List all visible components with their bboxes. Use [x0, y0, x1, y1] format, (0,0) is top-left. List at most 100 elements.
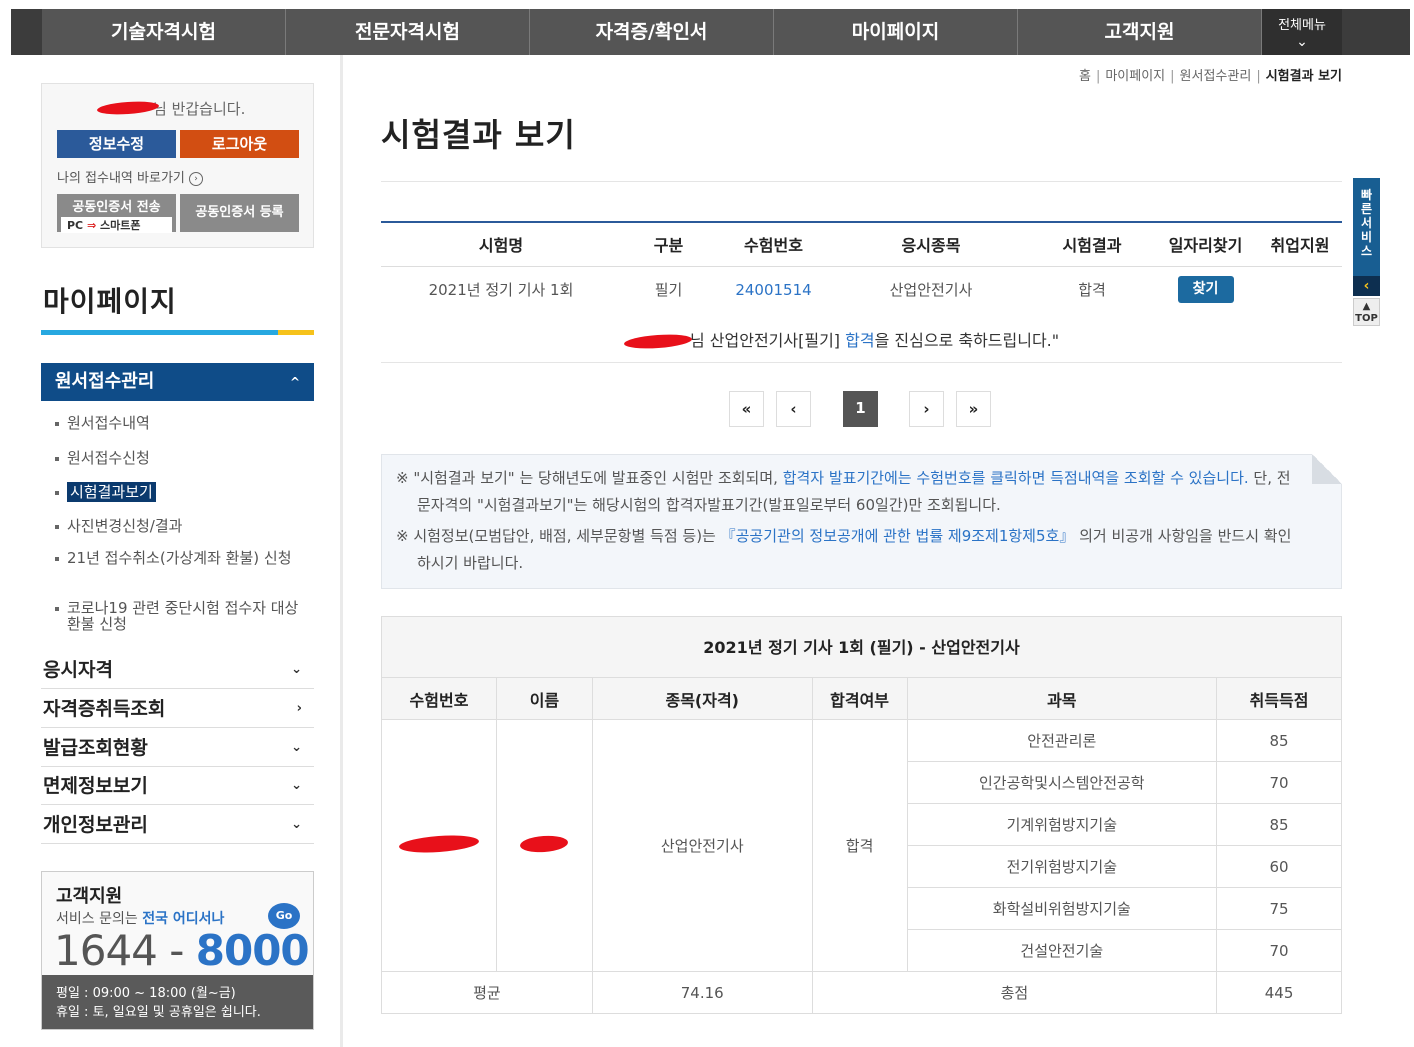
- breadcrumb-mypage[interactable]: 마이페이지: [1105, 69, 1165, 84]
- breadcrumb-home[interactable]: 홈: [1079, 69, 1091, 84]
- menu-label: 자격증취득조회: [43, 698, 166, 720]
- cell-course: 전기위험방지기술: [906, 845, 1218, 888]
- cert-register-button[interactable]: 공동인증서 등록: [180, 194, 299, 232]
- sidebar-subitem-apply[interactable]: 원서접수신청: [55, 447, 150, 468]
- cs-phone-number: 1644 - 8000: [54, 926, 310, 975]
- title-underline-blue: [41, 330, 278, 335]
- chevron-left-icon[interactable]: ‹: [1353, 276, 1380, 296]
- breadcrumb: 홈 | 마이페이지 | 원서접수관리 | 시험결과 보기: [1079, 65, 1342, 84]
- sidebar-menu-personal-info[interactable]: 개인정보관리 ⌄: [41, 806, 314, 844]
- bullet-icon: [55, 524, 59, 529]
- cell-type: 필기: [654, 281, 683, 300]
- bullet-icon: [55, 606, 59, 611]
- cell-job-search: 찾기: [1153, 266, 1258, 313]
- chevron-right-icon: ›: [296, 701, 302, 716]
- nav-item-certificate[interactable]: 자격증/확인서: [530, 9, 774, 55]
- cell-course: 안전관리론: [906, 719, 1218, 762]
- cs-title: 고객지원: [56, 886, 123, 907]
- score-table: 수험번호 이름 종목(자격) 합격여부 과목 취득득점 산업안전기사 합격 안전…: [381, 677, 1342, 1014]
- title-underline-yellow: [278, 330, 314, 335]
- find-job-button[interactable]: 찾기: [1177, 276, 1234, 304]
- menu-label: 발급조회현황: [43, 737, 148, 759]
- nav-item-support[interactable]: 고객지원: [1018, 9, 1262, 55]
- all-menu-label: 전체메뉴: [1278, 18, 1326, 33]
- cell-score: 70: [1216, 761, 1342, 804]
- nav-item-mypage[interactable]: 마이페이지: [774, 9, 1018, 55]
- circle-arrow-right-icon: ›: [189, 171, 204, 186]
- breadcrumb-separator: |: [1170, 69, 1175, 84]
- cert-send-label: 공동인증서 전송: [72, 200, 161, 215]
- th-job-search: 일자리찾기: [1153, 222, 1258, 267]
- cell-job-support: [1258, 266, 1342, 313]
- scroll-top-button[interactable]: ▲ TOP: [1353, 298, 1380, 326]
- user-box: 님 반갑습니다. 정보수정 로그아웃 나의 접수내역 바로가기 › 공동인증서 …: [41, 83, 314, 248]
- page-current[interactable]: 1: [843, 391, 878, 427]
- cell-course: 화학설비위험방지기술: [906, 887, 1218, 930]
- sidebar-subitem-photo-change[interactable]: 사진변경신청/결과: [55, 515, 182, 536]
- summary-row: 평균 74.16 총점 445: [381, 971, 1342, 1014]
- cert-send-phone: 스마트폰: [100, 219, 141, 232]
- cs-hours: 평일 : 09:00 ~ 18:00 (월~금) 휴일 : 토, 일요일 및 공…: [42, 975, 313, 1029]
- sidebar-menu-cert-lookup[interactable]: 자격증취득조회 ›: [41, 690, 314, 728]
- first-page-button[interactable]: «: [729, 391, 764, 427]
- nav-item-pro-exam[interactable]: 전문자격시험: [286, 9, 530, 55]
- nav-item-tech-exam[interactable]: 기술자격시험: [42, 9, 286, 55]
- cell-course: 인간공학및시스템안전공학: [906, 761, 1218, 804]
- cs-sub-prefix: 서비스 문의는: [56, 911, 143, 927]
- cert-send-sub: PC ⇒ 스마트폰: [61, 217, 172, 233]
- cell-exam-number-redacted: [381, 719, 497, 972]
- table-row: 산업안전기사 합격 안전관리론 85: [381, 719, 1342, 972]
- sidebar-menu-issuance[interactable]: 발급조회현황 ⌄: [41, 729, 314, 767]
- next-page-button[interactable]: ›: [909, 391, 944, 427]
- cell-score: 85: [1216, 719, 1342, 762]
- logout-button[interactable]: 로그아웃: [180, 130, 299, 158]
- sidebar-subitem-exam-results[interactable]: 시험결과보기: [55, 481, 156, 502]
- sidebar-section-application[interactable]: 원서접수관리 ^: [41, 363, 314, 401]
- cell-result: 합격: [1078, 281, 1106, 300]
- sidebar-menu-exemption[interactable]: 면제정보보기 ⌄: [41, 767, 314, 805]
- cell-number: 24001514: [716, 266, 831, 313]
- bullet-icon: [55, 556, 59, 561]
- bullet-icon: [55, 456, 59, 461]
- edit-info-button[interactable]: 정보수정: [57, 130, 176, 158]
- exam-number-link[interactable]: 24001514: [735, 281, 811, 299]
- congrats-pass: 합격: [845, 331, 875, 350]
- top-navigation: 기술자격시험 전문자격시험 자격증/확인서 마이페이지 고객지원 전체메뉴 ⌄: [11, 9, 1410, 55]
- sidebar-menu-qualification[interactable]: 응시자격 ⌄: [41, 651, 314, 689]
- cell-score: 85: [1216, 803, 1342, 846]
- notice-1-highlight: 합격자 발표기간에는 수험번호를 클릭하면 득점내역을 조회할 수 있습니다.: [782, 469, 1249, 487]
- quick-service-char: 스: [1360, 244, 1373, 258]
- sidebar-subitem-covid-refund[interactable]: 코로나19 관련 중단시험 접수자 대상 환불 신청: [55, 600, 310, 632]
- breadcrumb-current: 시험결과 보기: [1265, 69, 1342, 84]
- all-menu-button[interactable]: 전체메뉴 ⌄: [1262, 9, 1342, 55]
- last-page-button[interactable]: »: [956, 391, 991, 427]
- th-exam-name: 시험명: [381, 222, 621, 267]
- sidebar-subitem-cancel-refund[interactable]: 21년 접수취소(가상계좌 환불) 신청: [55, 550, 310, 566]
- cell-pass: 합격: [811, 719, 908, 972]
- th-pass: 합격여부: [811, 677, 908, 720]
- my-application-shortcut-link[interactable]: 나의 접수내역 바로가기 ›: [57, 167, 204, 186]
- shortcut-label: 나의 접수내역 바로가기: [57, 171, 185, 186]
- prev-page-button[interactable]: ‹: [776, 391, 811, 427]
- cell-exam-name: 2021년 정기 기사 1회: [428, 281, 574, 300]
- subitem-label: 사진변경신청/결과: [67, 517, 183, 535]
- page-fold-icon: [1312, 454, 1342, 484]
- cs-phone-dash: -: [156, 926, 196, 975]
- cert-send-button[interactable]: 공동인증서 전송 PC ⇒ 스마트폰: [57, 194, 176, 233]
- breadcrumb-application[interactable]: 원서접수관리: [1180, 69, 1252, 84]
- notice-2a: ※ 시험정보(모범답안, 배점, 세부문항별 득점 등)는: [396, 527, 721, 545]
- notice-line-1: ※ "시험결과 보기" 는 당해년도에 발표중인 시험만 조회되며, 합격자 발…: [396, 465, 1301, 519]
- redacted-name: [96, 99, 160, 117]
- sidebar-subitem-application-history[interactable]: 원서접수내역: [55, 412, 150, 433]
- bullet-icon: [55, 421, 59, 426]
- cell-avg-value: 74.16: [591, 971, 813, 1014]
- cs-hours-weekday: 평일 : 09:00 ~ 18:00 (월~금): [56, 986, 236, 1001]
- th-name: 이름: [495, 677, 593, 720]
- cs-phone-b: 8000: [195, 926, 310, 975]
- nav-left-edge: [11, 9, 42, 55]
- th-subject: 응시종목: [831, 222, 1031, 267]
- quick-service-char: 서: [1360, 216, 1373, 230]
- th-type: 구분: [621, 222, 716, 267]
- menu-label: 면제정보보기: [43, 775, 148, 797]
- th-job-support: 취업지원: [1258, 222, 1342, 267]
